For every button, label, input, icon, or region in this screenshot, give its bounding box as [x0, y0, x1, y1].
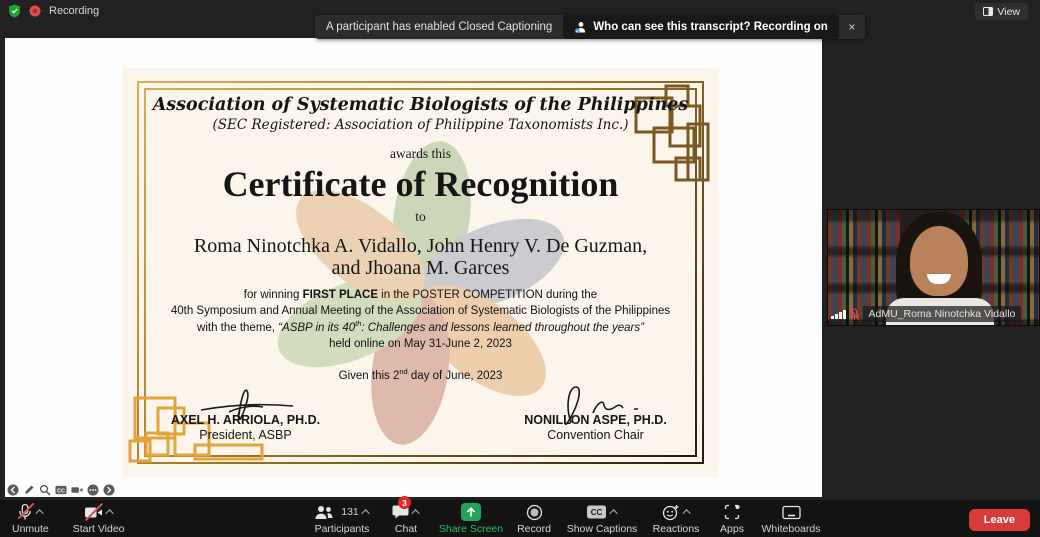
notification-banner: A participant has enabled Closed Caption…: [315, 15, 865, 39]
record-label: Record: [517, 523, 551, 535]
body-line-1: for winning FIRST PLACE in the POSTER CO…: [243, 288, 598, 301]
share-screen-icon: [461, 503, 481, 521]
certificate-title: Certificate of Recognition: [222, 164, 619, 204]
record-icon: [526, 504, 543, 521]
recipient-names: Roma Ninotchka A. Vidallo, John Henry V.…: [122, 235, 719, 280]
body-line-3: with the theme, “ASBP in its 40th: Chall…: [197, 319, 644, 335]
signatory-left-title: President, ASBP: [199, 428, 292, 443]
annotation-mini-toolbar: CC: [7, 484, 115, 496]
chat-unread-badge: 3: [398, 496, 411, 509]
reactions-chevron[interactable]: [681, 509, 691, 518]
reactions-button[interactable]: Reactions: [648, 500, 704, 537]
recording-indicator-icon[interactable]: [29, 5, 41, 17]
previous-arrow-icon[interactable]: [7, 484, 19, 496]
participants-count: 131: [341, 506, 359, 518]
connection-signal-icon: [831, 309, 846, 319]
zoom-meeting-window: Recording View A participant has enabled…: [0, 0, 1040, 537]
show-captions-label: Show Captions: [566, 523, 638, 535]
recipients-line-2: and Jhoana M. Garces: [331, 257, 510, 280]
whiteboards-button[interactable]: Whiteboards: [760, 500, 822, 537]
participants-people-icon: [314, 505, 334, 520]
camera-off-icon: [84, 502, 103, 521]
svg-text:CC: CC: [57, 488, 65, 494]
recipients-line-1: Roma Ninotchka A. Vidallo, John Henry V.…: [193, 235, 648, 257]
more-options-icon[interactable]: [87, 484, 99, 496]
view-layout-icon: [983, 7, 994, 16]
thumbnail-status-row: AdMU_Roma Ninotchka Vidallo: [831, 306, 1022, 322]
participant-person-icon: [574, 21, 587, 34]
signatory-right-name: NONILLON ASPE, PH.D.: [524, 413, 667, 428]
cc-enabled-message: A participant has enabled Closed Caption…: [326, 21, 553, 33]
participants-label: Participants: [314, 523, 370, 535]
video-camera-icon[interactable]: [71, 484, 83, 496]
banner-close-icon[interactable]: ×: [839, 20, 865, 34]
signatory-left-name: AXEL H. ARRIOLA, PH.D.: [170, 413, 321, 428]
meeting-controls-toolbar: Unmute Start Video 131 Participants 3 Ch…: [0, 496, 1040, 537]
captions-cc-icon[interactable]: CC: [55, 484, 67, 496]
unmute-options-chevron[interactable]: [35, 509, 44, 518]
recording-label: Recording: [49, 5, 100, 17]
zoom-magnifier-icon[interactable]: [39, 484, 51, 496]
muted-mic-icon: [849, 307, 860, 321]
signatory-right-title: Convention Chair: [547, 428, 644, 443]
reactions-smiley-icon: [662, 504, 680, 521]
participant-name-label: AdMU_Roma Ninotchka Vidallo: [862, 306, 1022, 322]
whiteboard-icon: [781, 505, 801, 520]
cc-icon: CC: [586, 504, 607, 520]
participants-button[interactable]: 131 Participants: [310, 500, 374, 537]
transcript-notice-label: Who can see this transcript? Recording o…: [593, 21, 828, 33]
certificate-body: for winning FIRST PLACE in the POSTER CO…: [122, 288, 719, 353]
reactions-label: Reactions: [652, 523, 700, 535]
record-button[interactable]: Record: [512, 500, 556, 537]
view-button[interactable]: View: [975, 3, 1028, 20]
participant-face: [910, 226, 968, 296]
chat-chevron[interactable]: [411, 509, 420, 518]
captions-chevron[interactable]: [609, 509, 618, 518]
unmute-button[interactable]: Unmute: [12, 500, 49, 537]
org-subtitle: (SEC Registered: Association of Philippi…: [212, 117, 629, 133]
apps-button[interactable]: Apps: [712, 500, 752, 537]
signature-row: AXEL H. ARRIOLA, PH.D. President, ASBP N…: [122, 383, 719, 442]
whiteboards-label: Whiteboards: [761, 523, 821, 535]
next-arrow-icon[interactable]: [103, 484, 115, 496]
apps-label: Apps: [720, 523, 744, 535]
chat-label: Chat: [394, 523, 418, 535]
certificate-content: Association of Systematic Biologists of …: [122, 68, 719, 442]
mic-muted-icon: [17, 502, 35, 521]
shared-screen-area: Association of Systematic Biologists of …: [5, 38, 822, 497]
start-video-button[interactable]: Start Video: [73, 500, 125, 537]
given-date-line: Given this 2nd day of June, 2023: [338, 366, 503, 382]
show-captions-button[interactable]: CC Show Captions: [564, 500, 640, 537]
apps-icon: [724, 504, 740, 520]
transcript-notice[interactable]: Who can see this transcript? Recording o…: [563, 15, 839, 39]
share-screen-label: Share Screen: [438, 523, 504, 535]
view-button-label: View: [997, 5, 1020, 18]
to-text: to: [415, 209, 426, 224]
annotate-pen-icon[interactable]: [23, 484, 35, 496]
body-line-4: held online on May 31-June 2, 2023: [329, 337, 512, 350]
certificate-document: Association of Systematic Biologists of …: [122, 68, 719, 477]
unmute-label: Unmute: [12, 523, 49, 535]
awards-this-text: awards this: [389, 146, 452, 161]
security-shield-icon[interactable]: [8, 4, 21, 18]
signatory-right: NONILLON ASPE, PH.D. Convention Chair: [481, 383, 711, 442]
start-video-label: Start Video: [72, 523, 125, 535]
org-name: Association of Systematic Biologists of …: [152, 95, 689, 115]
participants-chevron[interactable]: [361, 509, 370, 518]
signatory-left: AXEL H. ARRIOLA, PH.D. President, ASBP: [131, 383, 361, 442]
svg-text:CC: CC: [591, 508, 603, 517]
chat-button[interactable]: 3 Chat: [382, 496, 430, 537]
participant-video-thumbnail[interactable]: AdMU_Roma Ninotchka Vidallo: [827, 209, 1040, 326]
leave-button[interactable]: Leave: [968, 509, 1030, 531]
share-screen-button[interactable]: Share Screen: [438, 500, 504, 537]
video-options-chevron[interactable]: [104, 509, 114, 518]
body-line-2: 40th Symposium and Annual Meeting of the…: [170, 304, 671, 317]
